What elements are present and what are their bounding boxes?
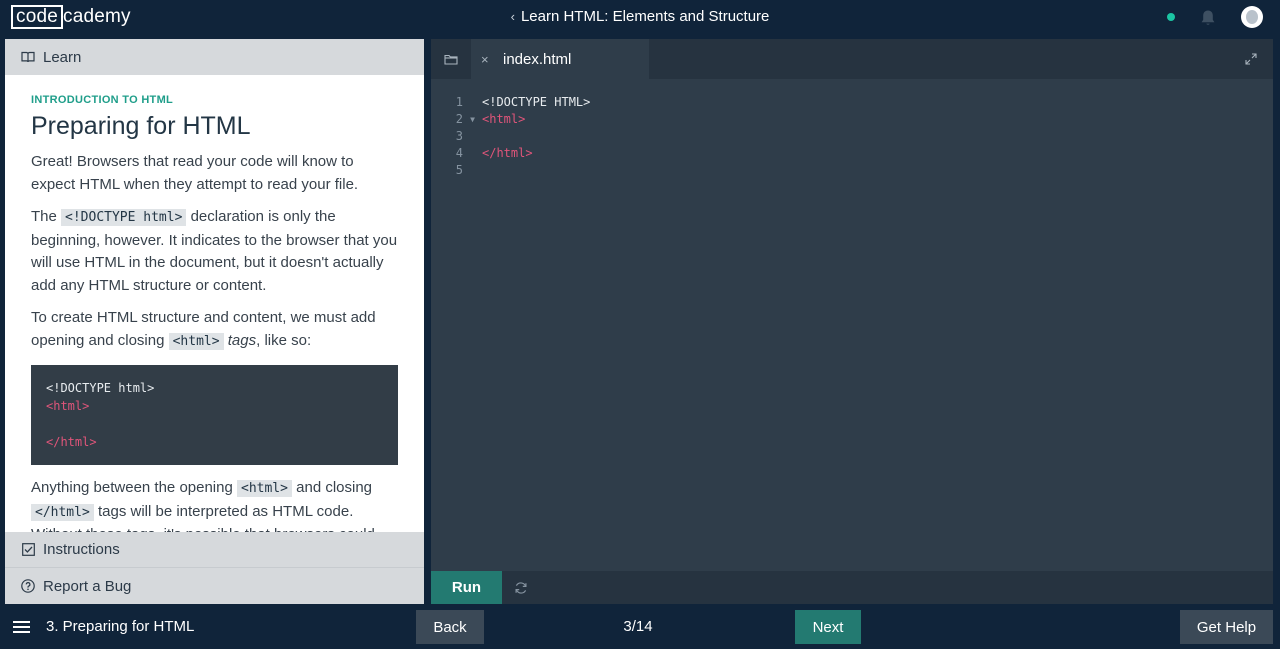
inline-code: <html> <box>237 480 292 497</box>
report-bug-label: Report a Bug <box>43 577 132 595</box>
line-number: 1 <box>455 95 463 109</box>
fold-toggle <box>463 162 482 179</box>
code-line-5: 5 <box>431 162 1273 179</box>
instructions-label: Instructions <box>43 541 120 558</box>
code-line-2: 2 ▼ <html> <box>431 111 1273 128</box>
menu-icon[interactable] <box>13 621 30 633</box>
inline-code: </html> <box>31 503 94 521</box>
code-line-1: 1 <!DOCTYPE HTML> <box>431 94 1273 111</box>
close-icon[interactable]: × <box>481 52 491 67</box>
line-number: 3 <box>455 129 463 143</box>
code-text: </html> <box>482 146 533 160</box>
get-help-button[interactable]: Get Help <box>1180 610 1273 644</box>
run-button[interactable]: Run <box>431 571 502 604</box>
instructions-toggle[interactable]: Instructions <box>5 532 424 568</box>
text: The <box>31 208 62 225</box>
lesson-content: INTRODUCTION TO HTML Preparing for HTML … <box>5 75 424 532</box>
avatar[interactable] <box>1241 6 1263 28</box>
code-editor[interactable]: × index.html 1 <!DOCTYPE HTML> 2 ▼ <html> 3… <box>431 39 1273 571</box>
fold-toggle <box>463 94 482 111</box>
course-title: Learn HTML: Elements and Structure <box>520 8 770 25</box>
lesson-eyebrow: INTRODUCTION TO HTML <box>31 94 174 106</box>
footer-bar: 3. Preparing for HTML Back 3/14 Next Get… <box>0 604 1280 649</box>
lesson-name[interactable]: 3. Preparing for HTML <box>46 618 194 635</box>
code-example: <!DOCTYPE html> <html> </html> <box>31 365 398 465</box>
code-line-3: 3 <box>431 128 1273 145</box>
folder-icon <box>444 54 458 65</box>
fold-toggle <box>463 145 482 162</box>
code-lines[interactable]: 1 <!DOCTYPE HTML> 2 ▼ <html> 3 4 </html> 5 <box>431 94 1273 179</box>
code-text: <html> <box>482 112 526 126</box>
question-circle-icon <box>21 579 35 593</box>
code-line: </html> <box>46 435 97 449</box>
book-icon <box>21 50 35 64</box>
file-browser-button[interactable] <box>431 39 471 79</box>
fold-arrow-icon[interactable]: ▼ <box>463 111 482 128</box>
report-bug-button[interactable]: Report a Bug <box>5 568 424 604</box>
next-button[interactable]: Next <box>795 610 861 644</box>
code-line: <!DOCTYPE html> <box>46 381 155 395</box>
line-number: 5 <box>455 163 463 177</box>
text: and closing <box>291 479 373 496</box>
checkbox-icon <box>21 543 35 557</box>
learn-tab[interactable]: Learn <box>5 39 424 75</box>
back-button[interactable]: Back <box>416 610 484 644</box>
inline-code: <!DOCTYPE html> <box>61 209 187 226</box>
code-text: <!DOCTYPE HTML> <box>482 95 591 109</box>
expand-icon[interactable] <box>1245 53 1257 65</box>
run-bar: Run <box>431 571 1273 604</box>
paragraph-2: The <!DOCTYPE html> declaration is only … <box>31 206 398 297</box>
bell-icon[interactable] <box>1200 9 1216 27</box>
file-tab-index-html[interactable]: × index.html <box>471 39 649 79</box>
editor-tab-bar: × index.html <box>431 39 1273 79</box>
top-bar: code cademy ‹ Learn HTML: Elements and Str… <box>0 0 1280 36</box>
text: Anything between the opening <box>31 479 237 496</box>
line-number: 2 <box>455 112 463 126</box>
chevron-left-icon: ‹ <box>510 9 515 24</box>
progress-indicator: 3/14 <box>623 618 653 635</box>
code-line: <html> <box>46 399 90 413</box>
code-line-4: 4 </html> <box>431 145 1273 162</box>
line-number: 4 <box>455 146 463 160</box>
lesson-title: Preparing for HTML <box>31 112 251 140</box>
refresh-icon[interactable] <box>514 581 528 595</box>
paragraph-1: Great! Browsers that read your code will… <box>31 153 359 193</box>
text: , like so: <box>256 331 312 349</box>
file-tab-label: index.html <box>503 50 572 68</box>
learn-panel: Learn INTRODUCTION TO HTML Preparing for… <box>5 39 424 604</box>
status-dot-icon <box>1167 13 1175 21</box>
learn-tab-label: Learn <box>43 48 82 66</box>
fold-toggle <box>463 128 482 145</box>
inline-code: <html> <box>168 332 224 350</box>
paragraph-3: To create HTML structure and content, we… <box>31 307 398 353</box>
paragraph-4: Anything between the opening <html> and … <box>31 477 398 532</box>
course-title-link[interactable]: ‹ Learn HTML: Elements and Structure <box>0 8 1280 25</box>
emphasis: tags <box>227 331 257 349</box>
